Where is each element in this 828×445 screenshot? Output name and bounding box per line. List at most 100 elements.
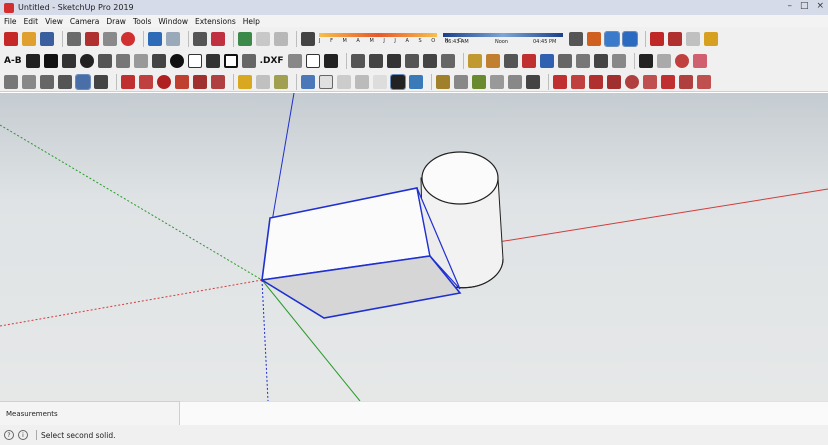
close-button[interactable]: × xyxy=(816,1,824,11)
push-icon[interactable] xyxy=(211,74,225,89)
shape-icon[interactable] xyxy=(373,74,387,89)
redo-icon[interactable] xyxy=(166,31,180,46)
shadow-date-slider[interactable]: J F M A M J J A S O N D xyxy=(319,31,462,47)
x-ray-icon[interactable] xyxy=(604,30,620,47)
table-grid-icon[interactable] xyxy=(187,54,202,68)
menu-camera[interactable]: Camera xyxy=(70,17,99,26)
select-tool-icon[interactable] xyxy=(638,54,653,68)
paint-icon[interactable] xyxy=(674,54,689,68)
refresh-icon[interactable] xyxy=(157,74,171,89)
move-icon[interactable] xyxy=(61,54,76,68)
eraser-pink-icon[interactable] xyxy=(692,54,707,68)
orbit-icon[interactable] xyxy=(539,54,554,68)
position-camera-icon[interactable] xyxy=(611,54,626,68)
solid-cube-icon[interactable] xyxy=(238,74,252,89)
pencil-icon[interactable] xyxy=(467,54,482,68)
protractor-icon[interactable] xyxy=(454,74,468,89)
circle-tool-icon[interactable] xyxy=(625,74,639,89)
scale-icon[interactable] xyxy=(151,54,166,68)
text-box-icon[interactable] xyxy=(490,74,504,89)
menu-view[interactable]: View xyxy=(45,17,63,26)
axes-icon[interactable] xyxy=(205,54,220,68)
zoom-icon[interactable] xyxy=(503,54,518,68)
hex-blue-icon[interactable] xyxy=(409,74,423,89)
polygon-tool-icon[interactable] xyxy=(643,74,657,89)
cut-icon[interactable] xyxy=(67,31,81,46)
arc-tool-icon[interactable] xyxy=(661,74,675,89)
line-tool-icon[interactable] xyxy=(553,74,567,89)
back-view-icon[interactable] xyxy=(422,54,437,68)
walk-icon[interactable] xyxy=(575,54,590,68)
measurements-box[interactable]: Measurements xyxy=(0,401,180,425)
menu-draw[interactable]: Draw xyxy=(106,17,126,26)
rect-tool-icon[interactable] xyxy=(589,74,603,89)
diamond-icon[interactable] xyxy=(319,74,333,89)
top-view-icon[interactable] xyxy=(368,54,383,68)
intersect-icon[interactable] xyxy=(686,31,700,46)
component-icon[interactable] xyxy=(22,74,36,89)
shaded-style-icon[interactable] xyxy=(75,73,91,90)
display-section-icon[interactable] xyxy=(587,31,601,46)
monochrome-icon[interactable] xyxy=(94,74,108,89)
cylinder-top[interactable] xyxy=(421,151,499,205)
paste-icon[interactable] xyxy=(103,31,117,46)
gear-icon[interactable] xyxy=(169,54,184,68)
rectangle-icon[interactable] xyxy=(223,54,238,68)
rotate-red-icon[interactable] xyxy=(175,74,189,89)
menu-extensions[interactable]: Extensions xyxy=(195,17,236,26)
offset-icon[interactable] xyxy=(115,54,130,68)
model-info-icon[interactable] xyxy=(211,31,225,46)
curve-icon[interactable] xyxy=(472,74,486,89)
minimize-button[interactable]: – xyxy=(787,1,792,11)
credits-icon[interactable]: i xyxy=(18,430,28,440)
paint-bucket-icon[interactable] xyxy=(485,54,500,68)
dxf-import-icon[interactable] xyxy=(241,54,256,68)
hexagon-icon[interactable] xyxy=(301,74,315,89)
axes-tool-icon[interactable] xyxy=(526,74,540,89)
move-to-icon[interactable] xyxy=(193,74,207,89)
flip-icon[interactable] xyxy=(139,74,153,89)
dxf-label[interactable]: .DXF xyxy=(260,56,284,66)
menu-window[interactable]: Window xyxy=(158,17,188,26)
pan-icon[interactable] xyxy=(557,54,572,68)
texture-cube-icon[interactable] xyxy=(274,74,288,89)
push-pull-icon[interactable] xyxy=(97,54,112,68)
print-icon[interactable] xyxy=(193,31,207,46)
share-model-icon[interactable] xyxy=(256,31,270,46)
box-icon[interactable] xyxy=(4,74,18,89)
rotate-icon[interactable] xyxy=(79,54,94,68)
wire-cube-icon[interactable] xyxy=(256,74,270,89)
move-arrows-icon[interactable] xyxy=(121,74,135,89)
3d-viewport[interactable] xyxy=(0,93,828,401)
right-view-icon[interactable] xyxy=(404,54,419,68)
section-plane-icon[interactable] xyxy=(569,31,583,46)
outer-shell-icon[interactable] xyxy=(668,31,682,46)
zoom-extents-icon[interactable] xyxy=(521,54,536,68)
tape-icon[interactable] xyxy=(436,74,450,89)
left-view-icon[interactable] xyxy=(440,54,455,68)
download-icon[interactable] xyxy=(274,31,288,46)
tag-icon[interactable] xyxy=(25,54,40,68)
pentagon-icon[interactable] xyxy=(355,74,369,89)
union-icon[interactable] xyxy=(704,31,718,46)
arrow-right-icon[interactable] xyxy=(323,54,338,68)
menu-file[interactable]: File xyxy=(4,17,17,26)
cube-outline-icon[interactable] xyxy=(337,74,351,89)
group-icon[interactable] xyxy=(40,74,54,89)
print-layout-icon[interactable] xyxy=(287,54,302,68)
erase-icon[interactable] xyxy=(121,31,135,46)
solid-tools-icon[interactable] xyxy=(650,31,664,46)
face-style-icon[interactable] xyxy=(58,74,72,89)
pie-tool-icon[interactable] xyxy=(679,74,693,89)
two-point-arc-icon[interactable] xyxy=(697,74,711,89)
eraser-icon[interactable] xyxy=(656,54,671,68)
maximize-button[interactable]: □ xyxy=(800,1,809,11)
frame-icon[interactable] xyxy=(305,54,320,68)
open-folder-icon[interactable] xyxy=(22,31,36,46)
look-around-icon[interactable] xyxy=(593,54,608,68)
shadow-time-slider[interactable]: 06:43 AM Noon 04:45 PM xyxy=(443,31,563,47)
front-view-icon[interactable] xyxy=(386,54,401,68)
follow-me-icon[interactable] xyxy=(133,54,148,68)
menu-help[interactable]: Help xyxy=(243,17,260,26)
menu-tools[interactable]: Tools xyxy=(133,17,151,26)
